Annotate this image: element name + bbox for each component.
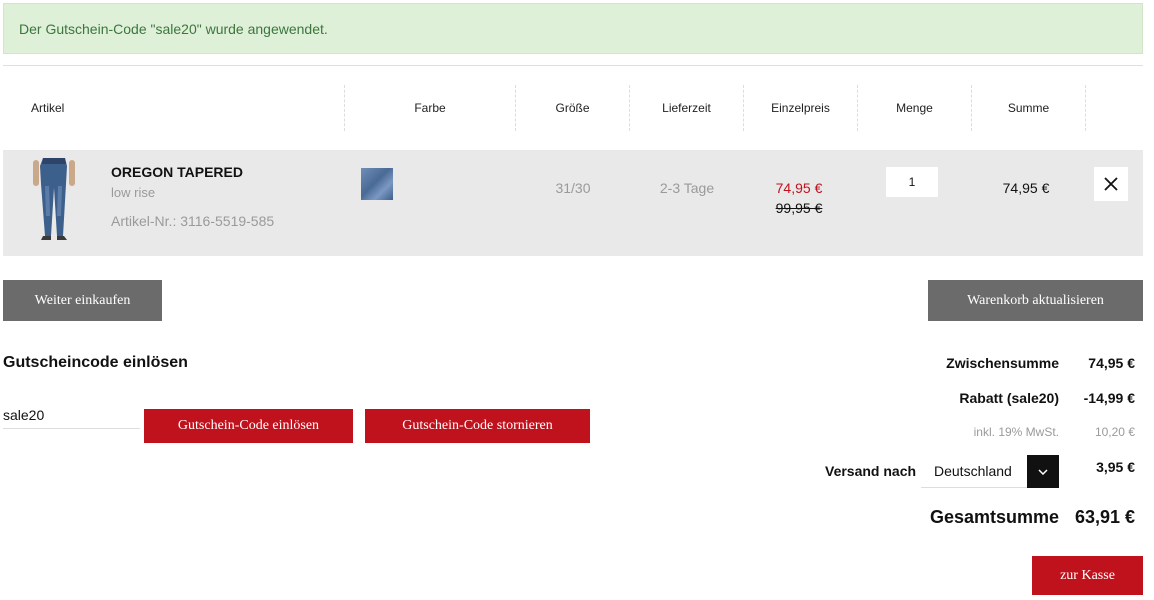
coupon-title: Gutscheincode einlösen — [3, 354, 188, 371]
price-original: 99,95 € — [775, 200, 823, 216]
subtotal-label: Zwischensumme — [946, 355, 1059, 371]
coupon-code-input[interactable] — [3, 401, 140, 429]
product-image[interactable] — [29, 156, 79, 240]
header-color: Farbe — [345, 85, 516, 131]
discount-value: -14,99 € — [1083, 390, 1135, 406]
tax-value: 10,20 € — [1094, 425, 1135, 439]
color-swatch — [361, 168, 393, 200]
shipping-country-select[interactable]: Deutschland — [921, 455, 1059, 488]
cart-item-row: OREGON TAPERED low rise Artikel-Nr.: 311… — [3, 150, 1143, 256]
divider — [3, 65, 1143, 66]
continue-shopping-button[interactable]: Weiter einkaufen — [3, 280, 162, 321]
product-delivery-time: 2-3 Tage — [659, 180, 715, 196]
shipping-country-value: Deutschland — [934, 463, 1012, 479]
product-name[interactable]: OREGON TAPERED — [111, 164, 243, 180]
success-notice-text: Der Gutschein-Code "sale20" wurde angewe… — [19, 21, 328, 37]
quantity-input[interactable] — [886, 167, 938, 197]
discount-label: Rabatt (sale20) — [959, 390, 1059, 406]
header-delivery: Lieferzeit — [630, 85, 744, 131]
redeem-coupon-button[interactable]: Gutschein-Code einlösen — [144, 409, 353, 443]
tax-label: inkl. 19% MwSt. — [973, 425, 1059, 439]
line-total: 74,95 € — [1002, 180, 1050, 196]
success-notice: Der Gutschein-Code "sale20" wurde angewe… — [3, 3, 1143, 54]
product-subtitle: low rise — [111, 185, 156, 200]
header-size: Größe — [516, 85, 630, 131]
chevron-down-icon — [1038, 468, 1048, 475]
grand-total-value: 63,91 € — [1074, 507, 1135, 527]
shipping-label: Versand nach — [825, 463, 917, 479]
header-quantity: Menge — [858, 85, 972, 131]
checkout-button[interactable]: zur Kasse — [1032, 556, 1143, 595]
product-size: 31/30 — [555, 180, 591, 196]
update-cart-button[interactable]: Warenkorb aktualisieren — [928, 280, 1143, 321]
dropdown-toggle[interactable] — [1027, 455, 1059, 488]
shipping-value: 3,95 € — [1096, 459, 1135, 475]
cart-table-header: Artikel Farbe Größe Lieferzeit Einzelpre… — [3, 85, 1143, 131]
grand-total-label: Gesamtsumme — [929, 507, 1059, 527]
remove-item-button[interactable] — [1094, 167, 1128, 201]
header-sum: Summe — [972, 85, 1086, 131]
close-icon — [1104, 177, 1118, 191]
header-article: Artikel — [3, 85, 345, 131]
header-unit-price: Einzelpreis — [744, 85, 858, 131]
cancel-coupon-button[interactable]: Gutschein-Code stornieren — [365, 409, 590, 443]
product-article-number: Artikel-Nr.: 3116-5519-585 — [111, 213, 275, 229]
price-current: 74,95 € — [775, 180, 823, 196]
subtotal-value: 74,95 € — [1088, 355, 1135, 371]
